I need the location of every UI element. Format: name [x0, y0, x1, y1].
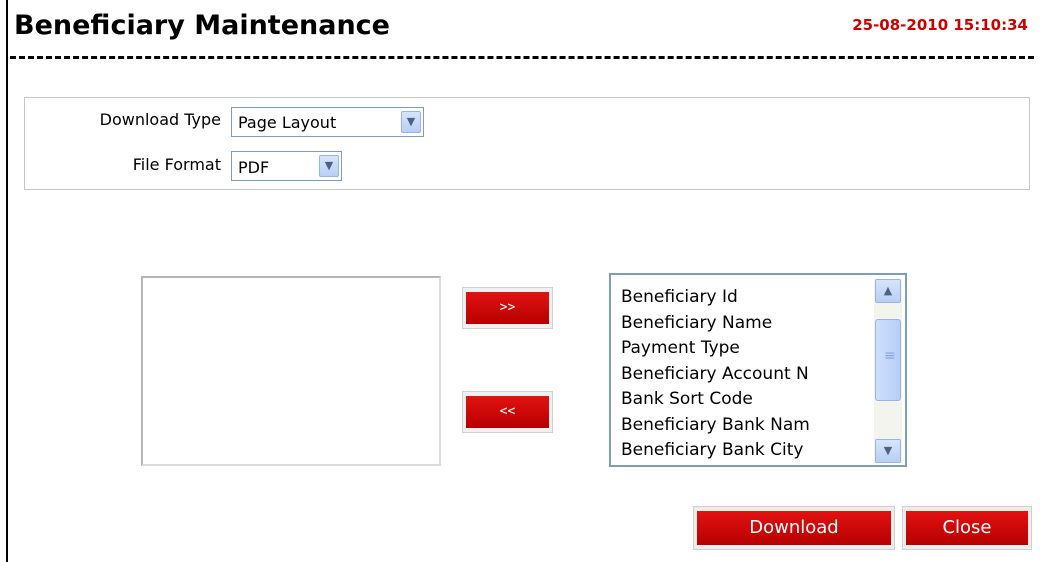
- list-item[interactable]: Beneficiary Bank City: [621, 438, 871, 464]
- chevron-down-icon[interactable]: ▼: [401, 111, 421, 133]
- available-columns-list[interactable]: Beneficiary Id Beneficiary Name Payment …: [609, 273, 907, 467]
- download-type-value: Page Layout: [238, 113, 337, 132]
- list-item[interactable]: Beneficiary Bank Nam: [621, 413, 871, 439]
- download-type-select[interactable]: Page Layout ▼: [231, 107, 424, 137]
- list-item[interactable]: Beneficiary Id: [621, 285, 871, 311]
- left-border: [6, 0, 8, 562]
- timestamp: 25-08-2010 15:10:34: [852, 16, 1028, 34]
- file-format-value: PDF: [238, 158, 270, 177]
- scroll-up-icon[interactable]: ▲: [875, 279, 901, 303]
- list-item[interactable]: Payment Type: [621, 336, 871, 362]
- download-options-panel: Download Type Page Layout ▼ File Format …: [24, 97, 1030, 190]
- chevron-down-icon[interactable]: ▼: [319, 155, 339, 177]
- close-button-label: Close: [906, 511, 1028, 545]
- selected-columns-list[interactable]: [141, 276, 441, 466]
- file-format-label: File Format: [132, 155, 221, 174]
- add-column-label: >>: [466, 292, 549, 324]
- download-button-label: Download: [697, 511, 891, 545]
- list-item[interactable]: Beneficiary Account N: [621, 362, 871, 388]
- download-button[interactable]: Download: [693, 506, 895, 550]
- page-title: Beneficiary Maintenance: [14, 10, 390, 41]
- list-item[interactable]: Bank Sort Code: [621, 387, 871, 413]
- file-format-select[interactable]: PDF ▼: [231, 151, 342, 181]
- vertical-scrollbar[interactable]: ▲ ▼: [874, 279, 902, 463]
- dashed-divider: [10, 56, 1034, 59]
- remove-column-button[interactable]: <<: [462, 391, 553, 433]
- remove-column-label: <<: [466, 396, 549, 428]
- add-column-button[interactable]: >>: [462, 287, 553, 329]
- close-button[interactable]: Close: [902, 506, 1032, 550]
- list-item[interactable]: Beneficiary Name: [621, 311, 871, 337]
- scroll-thumb[interactable]: [875, 319, 901, 401]
- scroll-down-icon[interactable]: ▼: [875, 439, 901, 463]
- download-type-label: Download Type: [99, 110, 221, 129]
